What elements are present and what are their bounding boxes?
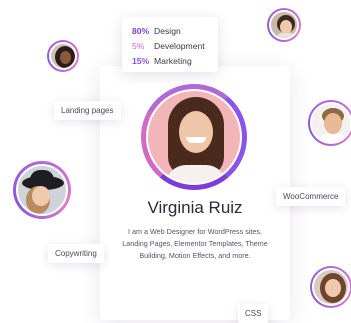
profile-name: Virginia Ruiz bbox=[147, 198, 243, 217]
profile-bio: I am a Web Designer for WordPress sites,… bbox=[122, 227, 268, 260]
skill-row: 5% Development bbox=[132, 38, 218, 53]
profile-card: Virginia Ruiz I am a Web Designer for Wo… bbox=[100, 66, 290, 320]
skill-row: 15% Marketing bbox=[132, 53, 218, 68]
tag-landing-pages: Landing pages bbox=[54, 101, 121, 120]
avatar-bottom-right bbox=[310, 266, 351, 308]
skill-percent: 5% bbox=[132, 40, 145, 51]
profile-photo bbox=[146, 89, 242, 185]
tag-copywriting: Copywriting bbox=[48, 244, 104, 263]
skills-card: 80% Design 5% Development 15% Marketing bbox=[122, 17, 218, 72]
skill-percent: 80% bbox=[132, 25, 150, 36]
tag-woocommerce: WooCommerce bbox=[276, 187, 346, 206]
skill-row: 80% Design bbox=[132, 23, 218, 38]
profile-photo-ring bbox=[141, 84, 247, 190]
skill-percent: 15% bbox=[132, 55, 150, 66]
avatar-right-man bbox=[308, 100, 351, 146]
avatar-left-hat bbox=[13, 161, 71, 219]
tag-css: CSS bbox=[238, 304, 269, 323]
skill-name: Marketing bbox=[154, 55, 192, 66]
avatar-top-right bbox=[267, 8, 301, 42]
skill-name: Design bbox=[154, 25, 181, 36]
skill-name: Development bbox=[154, 40, 205, 51]
avatar-top-left bbox=[47, 40, 79, 72]
